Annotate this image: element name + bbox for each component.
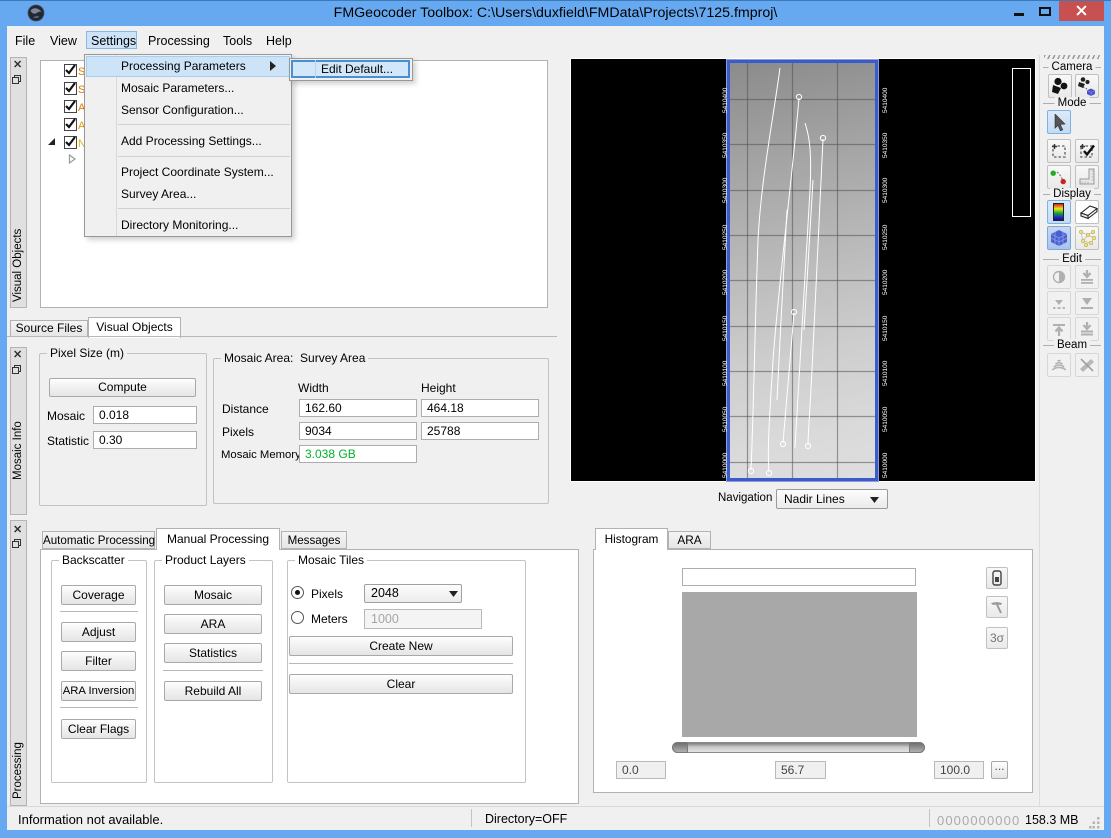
svg-text:5410000: 5410000 bbox=[882, 452, 889, 478]
svg-text:5410150: 5410150 bbox=[882, 315, 889, 341]
svg-text:5410100: 5410100 bbox=[882, 360, 889, 386]
svg-text:5410250: 5410250 bbox=[882, 224, 889, 250]
svg-text:5410100: 5410100 bbox=[722, 360, 729, 386]
svg-text:5410300: 5410300 bbox=[882, 177, 889, 203]
svg-text:5410000: 5410000 bbox=[722, 452, 729, 478]
svg-text:5410400: 5410400 bbox=[882, 87, 889, 113]
svg-text:5410050: 5410050 bbox=[722, 406, 729, 432]
svg-text:5410200: 5410200 bbox=[882, 269, 889, 295]
svg-text:5410400: 5410400 bbox=[722, 87, 729, 113]
svg-text:5410050: 5410050 bbox=[882, 406, 889, 432]
svg-text:5410150: 5410150 bbox=[722, 315, 729, 341]
svg-text:5410250: 5410250 bbox=[722, 224, 729, 250]
svg-text:5410200: 5410200 bbox=[722, 269, 729, 295]
svg-text:5410300: 5410300 bbox=[722, 177, 729, 203]
svg-text:5410350: 5410350 bbox=[882, 132, 889, 158]
svg-text:5410350: 5410350 bbox=[722, 132, 729, 158]
